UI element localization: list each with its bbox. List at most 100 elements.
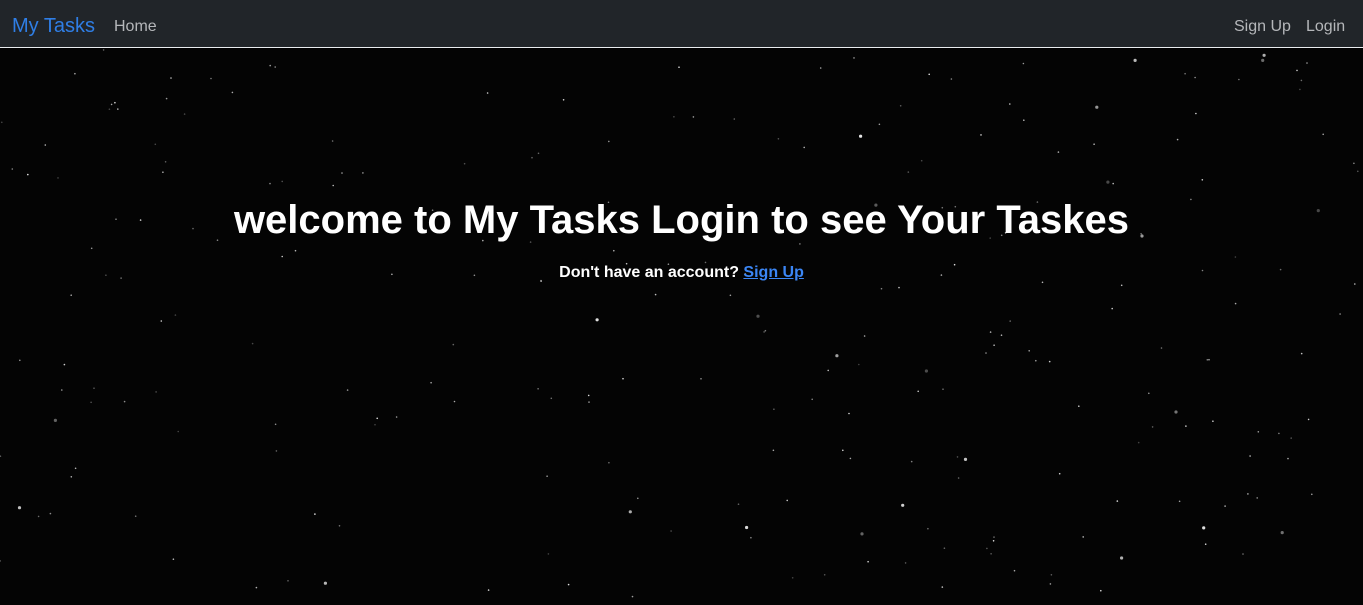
star xyxy=(1280,531,1284,535)
star xyxy=(823,574,826,576)
star xyxy=(920,159,923,162)
star xyxy=(1078,405,1080,408)
star xyxy=(992,540,995,542)
star xyxy=(1300,79,1303,82)
star xyxy=(654,293,657,296)
star xyxy=(395,416,398,418)
star xyxy=(613,249,615,252)
star xyxy=(1287,457,1289,460)
star xyxy=(917,390,919,393)
star xyxy=(986,547,988,550)
star xyxy=(670,530,672,532)
star xyxy=(1116,500,1119,502)
star xyxy=(117,108,119,110)
star xyxy=(1023,119,1025,121)
star xyxy=(275,450,278,452)
star xyxy=(53,418,58,422)
star xyxy=(108,108,111,110)
star xyxy=(878,123,881,126)
star xyxy=(70,294,72,296)
star xyxy=(453,400,456,403)
star xyxy=(255,586,258,589)
star xyxy=(756,314,760,318)
star xyxy=(1247,493,1249,495)
star xyxy=(1306,62,1308,64)
star xyxy=(37,515,40,518)
nav-signup-link[interactable]: Sign Up xyxy=(1234,19,1291,35)
star xyxy=(1106,180,1110,184)
star xyxy=(907,171,910,173)
star xyxy=(1151,426,1154,428)
brand-link[interactable]: My Tasks xyxy=(12,16,95,36)
star xyxy=(858,363,860,366)
star xyxy=(537,152,540,155)
star xyxy=(374,423,376,426)
star xyxy=(452,343,455,346)
star xyxy=(733,118,736,120)
star xyxy=(346,389,349,391)
star xyxy=(331,140,334,142)
star xyxy=(1000,334,1003,337)
star xyxy=(608,461,610,464)
star xyxy=(904,562,907,564)
star xyxy=(704,261,707,264)
star xyxy=(463,162,466,165)
star xyxy=(1195,112,1197,115)
star xyxy=(134,515,137,517)
star xyxy=(1204,543,1207,545)
star xyxy=(165,97,168,100)
nav-login-link[interactable]: Login xyxy=(1306,19,1345,35)
star xyxy=(587,394,590,397)
star xyxy=(550,397,553,400)
star xyxy=(1009,103,1011,105)
star xyxy=(1208,358,1210,361)
star xyxy=(1354,283,1356,285)
star xyxy=(1111,307,1113,310)
star xyxy=(1137,441,1140,444)
star xyxy=(294,249,297,252)
star xyxy=(867,560,869,563)
star xyxy=(1022,62,1025,65)
star xyxy=(1058,472,1061,475)
star xyxy=(281,255,284,258)
star xyxy=(842,449,844,452)
star xyxy=(17,506,22,510)
star xyxy=(859,134,863,138)
star xyxy=(44,144,47,146)
account-prompt-text: Don't have an account? xyxy=(559,264,744,281)
star xyxy=(1238,78,1240,81)
star xyxy=(0,121,3,124)
star xyxy=(1339,313,1341,315)
star xyxy=(1035,359,1037,362)
signup-link[interactable]: Sign Up xyxy=(743,264,803,281)
star xyxy=(608,140,610,143)
star xyxy=(860,532,864,536)
star xyxy=(74,72,76,75)
star xyxy=(1049,583,1052,585)
star xyxy=(993,536,995,538)
star xyxy=(993,344,995,347)
star xyxy=(210,77,212,80)
star xyxy=(338,525,341,527)
star xyxy=(1201,179,1204,181)
star xyxy=(1095,105,1099,109)
star xyxy=(1050,574,1053,576)
star xyxy=(49,512,52,515)
star xyxy=(1148,392,1150,395)
star xyxy=(57,177,59,179)
star xyxy=(1028,350,1030,352)
star xyxy=(1262,53,1266,57)
star xyxy=(1300,352,1303,355)
star xyxy=(1290,437,1292,439)
account-prompt: Don't have an account? Sign Up xyxy=(0,265,1363,281)
star xyxy=(827,369,829,372)
star xyxy=(628,510,632,514)
star xyxy=(231,91,234,94)
nav-home-link[interactable]: Home xyxy=(114,19,157,35)
welcome-heading: welcome to My Tasks Login to see Your Ta… xyxy=(233,198,1130,242)
star xyxy=(274,423,277,426)
star xyxy=(486,92,489,94)
star xyxy=(546,475,548,478)
star xyxy=(928,73,930,76)
star xyxy=(1176,138,1179,141)
